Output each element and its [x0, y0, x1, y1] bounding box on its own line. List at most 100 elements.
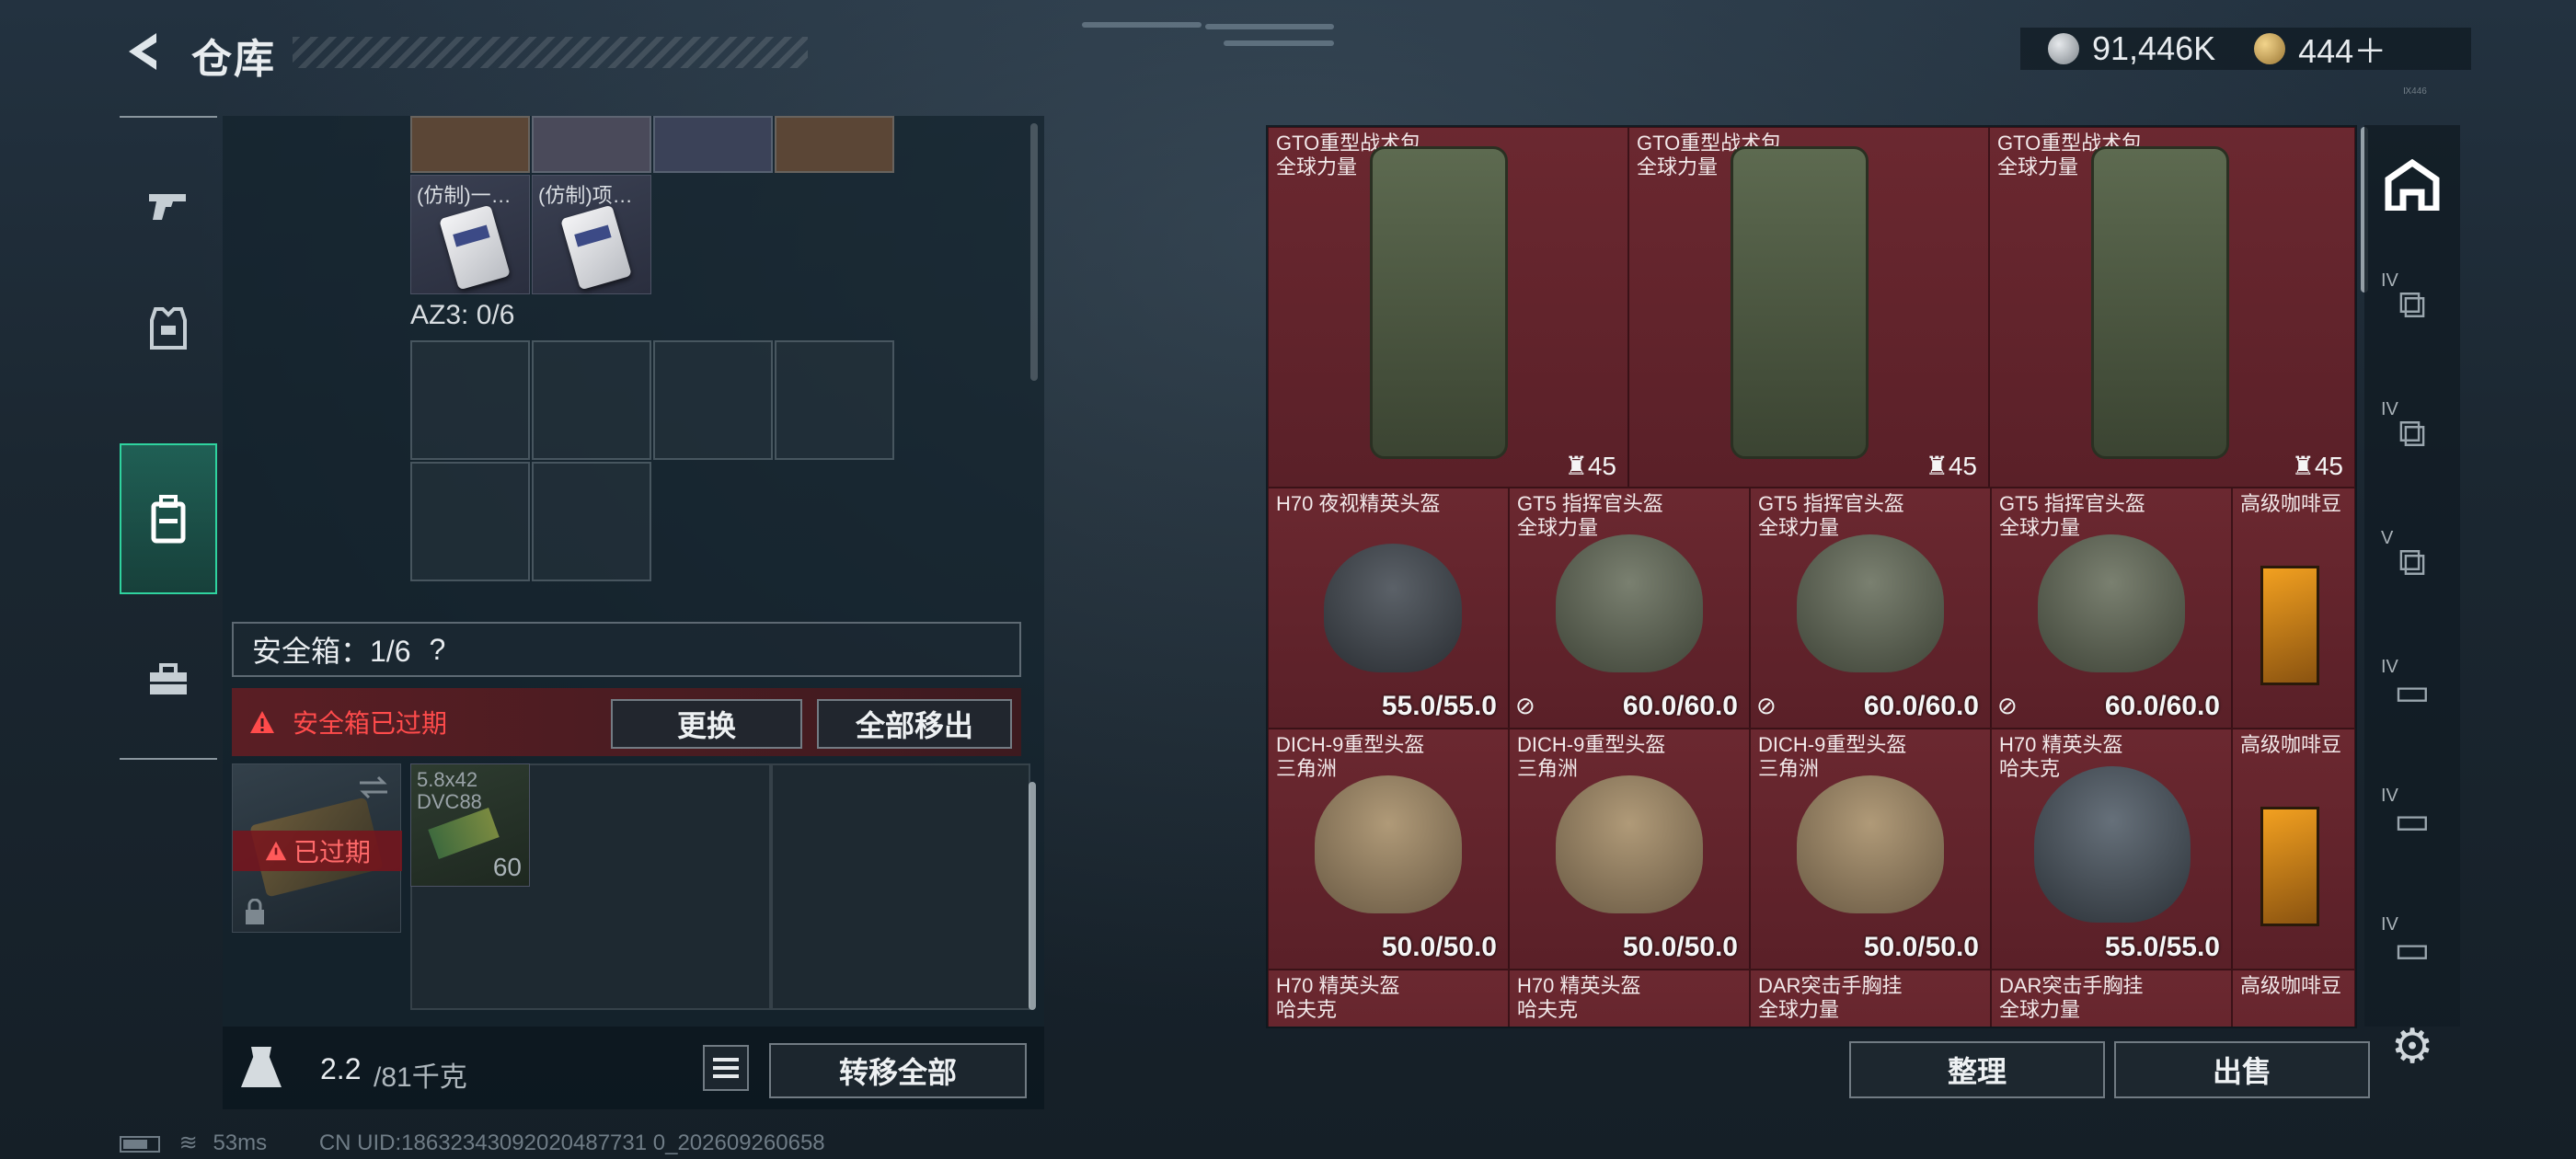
storage-icon: ▭ [2394, 926, 2431, 970]
tab-backpack[interactable] [120, 443, 217, 594]
no-repair-icon: ⊘ [1756, 692, 1777, 719]
home-icon [2385, 159, 2440, 211]
wifi-icon: ≋ [178, 1130, 198, 1155]
backpack-capacity: ♜45 [1564, 452, 1616, 480]
list-view-icon[interactable] [703, 1045, 749, 1091]
version-text: Ⅸ446 [2403, 86, 2427, 97]
replace-button[interactable]: 更换 [611, 699, 802, 749]
keycard-icon [560, 204, 632, 291]
weight-bar: 2.2 /81千克 转移全部 [223, 1027, 1044, 1109]
backpack-icon [151, 495, 186, 544]
az3-slot[interactable] [653, 340, 773, 460]
tab-storage-6[interactable]: IV ▭ [2364, 898, 2460, 999]
ammo-box-icon [428, 808, 500, 859]
helmet-item[interactable]: GT5 指挥官头盔 全球力量 ⊘ 60.0/60.0 [1750, 488, 1991, 729]
silver-amount: 91,446K [2092, 29, 2216, 67]
storage-icon: ▭ [2394, 669, 2431, 713]
az3-slot[interactable] [775, 340, 894, 460]
scrollbar[interactable] [1029, 782, 1036, 1010]
helmet-item[interactable]: GT5 指挥官头盔 全球力量 ⊘ 60.0/60.0 [1991, 488, 2232, 729]
az3-slot[interactable] [532, 340, 651, 460]
gear-icon[interactable]: ⚙ [2388, 1023, 2436, 1071]
tab-storage-5[interactable]: IV ▭ [2364, 769, 2460, 870]
item-card-2[interactable]: (仿制)项… [532, 175, 651, 294]
tab-armor[interactable] [120, 276, 217, 381]
storage-icon: ⧉ [2398, 539, 2426, 583]
coffee-bag-image [2260, 807, 2319, 926]
item-slot[interactable] [775, 116, 894, 173]
helmet-item[interactable]: DICH-9重型头盔 三角洲 50.0/50.0 [1509, 729, 1750, 970]
warning-icon [265, 841, 287, 861]
safe-box-item[interactable]: 已过期 [232, 763, 402, 933]
page-title: 仓库 [191, 37, 276, 82]
tab-toolbox[interactable] [120, 627, 217, 732]
gold-amount[interactable]: 444＋ [2298, 25, 2386, 73]
helmet-item[interactable]: DICH-9重型头盔 三角洲 50.0/50.0 [1268, 729, 1509, 970]
helmet-item[interactable]: DICH-9重型头盔 三角洲 50.0/50.0 [1750, 729, 1991, 970]
backpack-image [2091, 146, 2229, 459]
pistol-icon [149, 194, 186, 220]
coffee-item[interactable]: 高级咖啡豆 [2232, 488, 2355, 729]
gold-coin-icon [2254, 33, 2286, 64]
helmet-item[interactable]: H70 精英头盔 哈夫克 [1268, 970, 1509, 1027]
storage-icon: ⧉ [2398, 281, 2426, 326]
back-arrow-icon[interactable] [120, 28, 166, 75]
tab-home[interactable] [2364, 134, 2460, 235]
remove-all-button[interactable]: 全部移出 [817, 699, 1012, 749]
transfer-all-button[interactable]: 转移全部 [769, 1043, 1027, 1098]
safe-box-bar: 安全箱：1/6 ? [232, 622, 1021, 677]
az3-label: AZ3: 0/6 [410, 300, 515, 330]
tab-storage-2[interactable]: IV ⧉ [2364, 383, 2460, 484]
tab-storage-4[interactable]: IV ▭ [2364, 640, 2460, 741]
sell-button[interactable]: 出售 [2114, 1041, 2370, 1098]
weight-icon [241, 1047, 282, 1087]
storage-icon: ⧉ [2398, 410, 2426, 454]
helmet-image [1556, 775, 1703, 913]
coffee-item[interactable]: 高级咖啡豆 [2232, 970, 2355, 1027]
warning-icon [250, 711, 274, 733]
backpack-capacity: ♜45 [1925, 452, 1977, 480]
help-icon[interactable]: ? [430, 633, 446, 667]
sort-button[interactable]: 整理 [1849, 1041, 2105, 1098]
scrollbar-top[interactable] [1030, 123, 1038, 381]
az3-slot[interactable] [410, 462, 530, 581]
helmet-item[interactable]: H70 精英头盔 哈夫克 55.0/55.0 [1991, 729, 2232, 970]
tab-storage-1[interactable]: IV ⧉ [2364, 254, 2460, 355]
az3-slot[interactable] [532, 462, 651, 581]
helmet-item[interactable]: H70 精英头盔 哈夫克 [1509, 970, 1750, 1027]
coffee-item[interactable]: 高级咖啡豆 [2232, 729, 2355, 970]
backpack-item-1[interactable]: GTO重型战术包 全球力量 ♜45 [1268, 127, 1628, 488]
weight-current: 2.2 [320, 1052, 362, 1085]
helmet-image [1797, 534, 1944, 672]
coffee-bag-image [2260, 566, 2319, 685]
expired-warning-text: 安全箱已过期 [293, 709, 448, 738]
helmet-item[interactable]: GT5 指挥官头盔 全球力量 ⊘ 60.0/60.0 [1509, 488, 1750, 729]
az3-slot[interactable] [410, 340, 530, 460]
helmet-item[interactable]: H70 夜视精英头盔 55.0/55.0 [1268, 488, 1509, 729]
helmet-image [2038, 534, 2185, 672]
battery-icon [120, 1135, 160, 1153]
weight-max: /81千克 [374, 1062, 467, 1093]
backpack-item-3[interactable]: GTO重型战术包 全球力量 ♜45 [1989, 127, 2355, 488]
item-slot[interactable] [410, 116, 530, 173]
backpack-image [1731, 146, 1869, 459]
currency-bar: 91,446K 444＋ [2020, 28, 2471, 70]
item-slot[interactable] [532, 116, 651, 173]
chest-rig-item[interactable]: DAR突击手胸挂 全球力量 [1991, 970, 2232, 1027]
swap-icon [360, 775, 387, 799]
ammo-item[interactable]: 5.8x42 DVC88 60 [410, 763, 530, 887]
tab-weapons[interactable] [120, 153, 217, 258]
backpack-image [1370, 146, 1508, 459]
item-slot[interactable] [653, 116, 773, 173]
storage-icon: ▭ [2394, 798, 2431, 842]
expired-badge: 已过期 [233, 831, 402, 871]
lock-icon [246, 899, 264, 924]
chest-rig-item[interactable]: DAR突击手胸挂 全球力量 [1750, 970, 1991, 1027]
item-card-1[interactable]: (仿制)一… [410, 175, 530, 294]
toolbox-icon [150, 663, 187, 694]
keycard-icon [439, 204, 511, 291]
helmet-image [1797, 775, 1944, 913]
helmet-image [1324, 544, 1462, 672]
tab-storage-3[interactable]: V ⧉ [2364, 511, 2460, 613]
backpack-item-2[interactable]: GTO重型战术包 全球力量 ♜45 [1628, 127, 1989, 488]
